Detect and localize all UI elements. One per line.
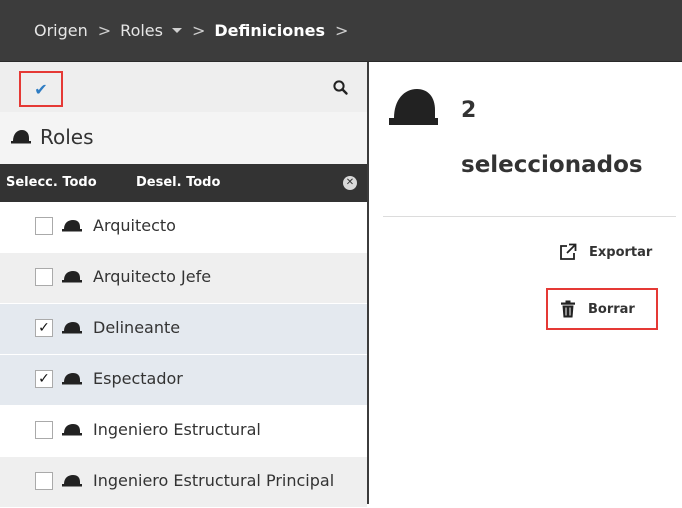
hard-hat-icon	[62, 220, 82, 232]
breadcrumb-origen[interactable]: Origen	[34, 21, 88, 40]
checkbox-checked[interactable]: ✓	[35, 370, 53, 388]
clear-selection-icon[interactable]: ✕	[343, 176, 357, 190]
hard-hat-icon	[62, 475, 82, 487]
chevron-right-icon: >	[334, 21, 349, 40]
deselect-all-button[interactable]: Desel. Todo	[136, 175, 220, 190]
select-all-button[interactable]: Selecc. Todo	[6, 175, 97, 190]
selected-count-label: seleccionados	[461, 152, 643, 178]
hard-hat-icon	[62, 271, 82, 283]
roles-toolbar: ✔	[0, 62, 367, 112]
role-label: Arquitecto Jefe	[93, 267, 212, 286]
breadcrumb-definiciones[interactable]: Definiciones	[214, 21, 325, 40]
select-mode-toggle[interactable]: ✔	[19, 71, 63, 107]
breadcrumb: Origen > Roles > Definiciones >	[0, 0, 682, 62]
role-label: Arquitecto	[93, 216, 176, 235]
role-label: Espectador	[93, 369, 183, 388]
hard-hat-icon	[62, 373, 82, 385]
delete-label: Borrar	[588, 301, 635, 317]
panel-title: Roles	[40, 125, 94, 149]
list-item-ingeniero-estructural[interactable]: Ingeniero Estructural	[0, 406, 367, 457]
checkbox[interactable]	[35, 472, 53, 490]
breadcrumb-roles-label: Roles	[120, 21, 163, 40]
export-label: Exportar	[589, 244, 653, 260]
list-item-arquitecto[interactable]: Arquitecto	[0, 202, 367, 253]
selection-bar: Selecc. Todo Desel. Todo ✕	[0, 164, 367, 202]
divider	[383, 216, 676, 217]
list-item-espectador[interactable]: ✓ Espectador	[0, 355, 367, 406]
hard-hat-icon	[62, 424, 82, 436]
checkmark-icon: ✔	[34, 79, 48, 99]
checkbox-checked[interactable]: ✓	[35, 319, 53, 337]
external-link-icon	[560, 243, 577, 260]
search-icon[interactable]	[332, 79, 350, 97]
hard-hat-icon	[11, 130, 31, 144]
hard-hat-icon	[62, 322, 82, 334]
export-button[interactable]: Exportar	[559, 243, 652, 261]
role-label: Ingeniero Estructural Principal	[93, 471, 335, 490]
role-label: Ingeniero Estructural	[93, 420, 261, 439]
delete-button[interactable]: Borrar	[546, 288, 658, 330]
breadcrumb-roles[interactable]: Roles	[120, 21, 182, 40]
list-item-ingeniero-estructural-principal[interactable]: Ingeniero Estructural Principal	[0, 457, 367, 508]
selected-count: 2	[461, 98, 477, 123]
checkbox[interactable]	[35, 217, 53, 235]
checkbox[interactable]	[35, 421, 53, 439]
roles-header: Roles	[0, 112, 367, 164]
roles-list: Arquitecto Arquitecto Jefe ✓ Delineante …	[0, 202, 367, 508]
trash-icon	[561, 300, 575, 318]
caret-down-icon	[171, 28, 182, 33]
selection-summary-panel: 2 seleccionados Exportar Borrar	[369, 62, 682, 504]
hard-hat-icon	[389, 89, 438, 125]
chevron-right-icon: >	[191, 21, 206, 40]
chevron-right-icon: >	[97, 21, 112, 40]
list-item-arquitecto-jefe[interactable]: Arquitecto Jefe	[0, 253, 367, 304]
roles-panel: ✔ Roles Selecc. Todo Desel. Todo ✕ Arqui…	[0, 62, 369, 508]
list-item-delineante[interactable]: ✓ Delineante	[0, 304, 367, 355]
role-label: Delineante	[93, 318, 181, 337]
checkbox[interactable]	[35, 268, 53, 286]
